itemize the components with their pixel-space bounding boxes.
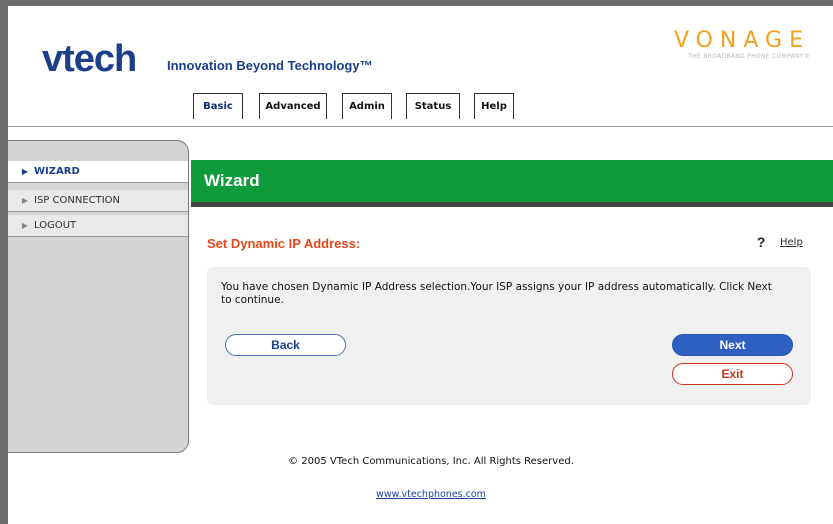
banner-divider [191,202,833,207]
vtech-logo: vtech [42,38,137,80]
sidebar-item-logout[interactable]: ▶ LOGOUT [8,215,188,237]
sidebar [8,140,189,453]
tab-basic[interactable]: Basic [193,93,243,119]
vtech-tagline: Innovation Beyond Technology™ [167,58,373,73]
page-banner: Wizard [191,160,833,202]
sidebar-item-label: WIZARD [34,166,80,177]
help-link[interactable]: Help [780,237,803,248]
window-frame-top [0,0,833,6]
sidebar-item-label: ISP CONNECTION [34,195,121,206]
copyright-text: © 2005 VTech Communications, Inc. All Ri… [288,456,574,467]
play-arrow-icon: ▶ [21,196,28,205]
back-button[interactable]: Back [225,334,346,356]
sidebar-item-label: LOGOUT [34,220,77,231]
tab-advanced[interactable]: Advanced [259,93,327,119]
wizard-message: You have chosen Dynamic IP Address selec… [221,281,772,306]
page-title: Wizard [204,171,260,190]
next-button[interactable]: Next [672,334,793,356]
tab-status[interactable]: Status [406,93,460,119]
sidebar-item-isp-connection[interactable]: ▶ ISP CONNECTION [8,190,188,212]
section-title: Set Dynamic IP Address: [207,236,361,251]
exit-button[interactable]: Exit [672,363,793,385]
sidebar-item-wizard[interactable]: ▶ WIZARD [8,161,188,183]
play-arrow-icon: ▶ [21,221,28,230]
vonage-logo: VONAGE THE BROADBAND PHONE COMPANY® [620,28,810,61]
tab-admin[interactable]: Admin [342,93,392,119]
vonage-wordmark: VONAGE [673,28,810,53]
tab-divider [8,126,833,127]
vtechphones-link[interactable]: www.vtechphones.com [191,489,671,500]
tab-help[interactable]: Help [474,93,514,119]
help-question-icon[interactable]: ? [753,234,769,250]
vonage-tagline: THE BROADBAND PHONE COMPANY® [688,53,810,60]
play-arrow-icon: ▶ [21,167,28,176]
window-frame-left [0,0,8,524]
